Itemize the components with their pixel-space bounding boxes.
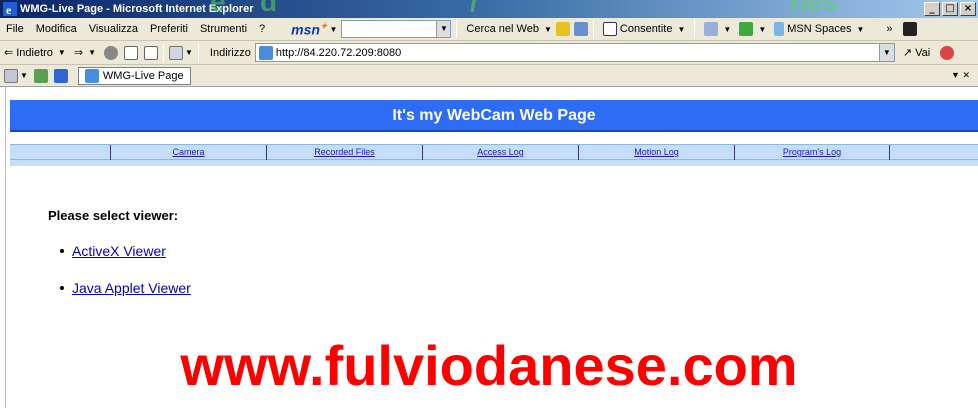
extension-icon[interactable] — [940, 45, 955, 60]
search-dropdown-icon[interactable]: ▼ — [436, 21, 451, 37]
add-favorite-icon[interactable] — [33, 68, 48, 83]
toolbar-separator — [162, 43, 164, 62]
options-icon[interactable] — [573, 22, 588, 36]
msn-dropdown-icon[interactable]: ▼ — [329, 25, 337, 34]
page-nav: Camera Recorded Files Access Log Motion … — [10, 144, 978, 160]
quick-tabs-icon[interactable] — [4, 68, 18, 83]
msn-search-input[interactable]: ▼ — [341, 20, 452, 38]
address-dropdown-icon[interactable]: ▼ — [878, 44, 894, 61]
back-button[interactable]: ⇐ Indietro ▼ — [0, 46, 70, 60]
window-controls: _ □ × — [924, 2, 976, 16]
nav-link-camera[interactable]: Camera — [110, 145, 266, 160]
search-web-button[interactable]: Cerca nel Web ▼ — [462, 23, 555, 35]
home-icon[interactable] — [143, 45, 158, 60]
tab-bar-controls[interactable]: ▼ ✕ — [951, 70, 970, 81]
spaces-icon — [774, 22, 785, 36]
window-title: WMG-Live Page - Microsoft Internet Explo… — [20, 3, 254, 15]
new-tab-plus-icon[interactable] — [53, 68, 68, 83]
address-bar[interactable]: http://84.220.72.209:8080 ▼ — [254, 43, 895, 62]
msn-spaces-button[interactable]: MSN Spaces ▼ — [770, 22, 868, 36]
svg-text:e: e — [6, 3, 12, 16]
navigation-bar: ⇐ Indietro ▼ ⇒ ▼ ▼ Indirizzo http://84.220.… — [0, 41, 978, 65]
activex-viewer-link[interactable]: ActiveX Viewer — [72, 243, 166, 259]
menu-file[interactable]: File — [0, 23, 30, 35]
address-value[interactable]: http://84.220.72.209:8080 — [276, 47, 401, 59]
highlight-icon[interactable] — [555, 22, 570, 36]
menu-bar: File Modifica Visualizza Preferiti Strum… — [0, 18, 978, 41]
toolbar-separator — [197, 43, 199, 62]
nav-link-motion-log[interactable]: Motion Log — [578, 145, 734, 160]
minimize-button[interactable]: _ — [924, 2, 940, 16]
toolbar-separator — [694, 20, 696, 38]
viewer-list: ActiveX Viewer Java Applet Viewer — [60, 243, 191, 317]
tab-bar: ▼ WMG-Live Page ▼ ✕ — [0, 65, 978, 87]
nav-link-recorded-files[interactable]: Recorded Files — [266, 145, 422, 160]
go-button[interactable]: ↗ Vai — [899, 46, 934, 60]
mail-button[interactable]: ▼ — [700, 22, 735, 36]
media-dropdown-icon[interactable]: ▼ — [185, 48, 193, 57]
list-item: Java Applet Viewer — [60, 280, 191, 296]
menu-edit[interactable]: Modifica — [30, 23, 83, 35]
messenger-icon — [739, 22, 754, 36]
refresh-icon[interactable] — [123, 45, 138, 60]
nav-link-access-log[interactable]: Access Log — [422, 145, 578, 160]
forward-arrow-icon: ⇒ — [73, 47, 84, 59]
forward-button[interactable]: ⇒ ▼ — [70, 46, 100, 59]
page-banner: It's my WebCam Web Page — [10, 100, 978, 132]
menu-help[interactable]: ? — [253, 23, 271, 35]
menu-favorites[interactable]: Preferiti — [144, 23, 194, 35]
nav-link-programs-log[interactable]: Program's Log — [734, 145, 890, 160]
page-icon — [258, 45, 273, 60]
maximize-button[interactable]: □ — [942, 2, 958, 16]
popup-icon — [602, 22, 617, 36]
menu-view[interactable]: Visualizza — [83, 23, 144, 35]
back-arrow-icon: ⇐ — [4, 47, 14, 59]
nav-underline — [10, 160, 978, 166]
msn-logo: msn✦ — [291, 20, 328, 38]
page-content: It's my WebCam Web Page Camera Recorded … — [0, 87, 978, 408]
mail-icon — [704, 22, 719, 36]
windows-logo-icon — [902, 22, 917, 36]
tab-wmg-live-page[interactable]: WMG-Live Page — [77, 66, 191, 85]
address-label: Indirizzo — [209, 46, 251, 59]
popup-blocker-button[interactable]: Consentite ▼ — [599, 22, 690, 36]
toolbar-overflow-button[interactable]: » — [882, 23, 896, 35]
tab-label: WMG-Live Page — [102, 69, 184, 82]
ie-logo-icon: e — [3, 2, 17, 16]
site-watermark: www.fulviodanese.com — [180, 334, 798, 397]
close-button[interactable]: × — [960, 2, 976, 16]
menu-tools[interactable]: Strumenti — [194, 23, 253, 35]
list-item: ActiveX Viewer — [60, 243, 191, 259]
toolbar-separator — [456, 20, 458, 38]
window-title-bar: e WMG-Live Page - Microsoft Internet Exp… — [0, 0, 978, 18]
stop-icon[interactable] — [103, 45, 118, 60]
java-applet-viewer-link[interactable]: Java Applet Viewer — [72, 280, 191, 296]
tab-page-icon — [84, 68, 99, 83]
toolbar-separator — [592, 20, 594, 38]
messenger-button[interactable]: ▼ — [735, 22, 770, 36]
tabs-dropdown-icon[interactable]: ▼ — [20, 71, 28, 80]
go-arrow-icon: ↗ — [902, 47, 913, 59]
viewer-heading: Please select viewer: — [48, 208, 179, 223]
media-icon[interactable] — [168, 45, 183, 60]
